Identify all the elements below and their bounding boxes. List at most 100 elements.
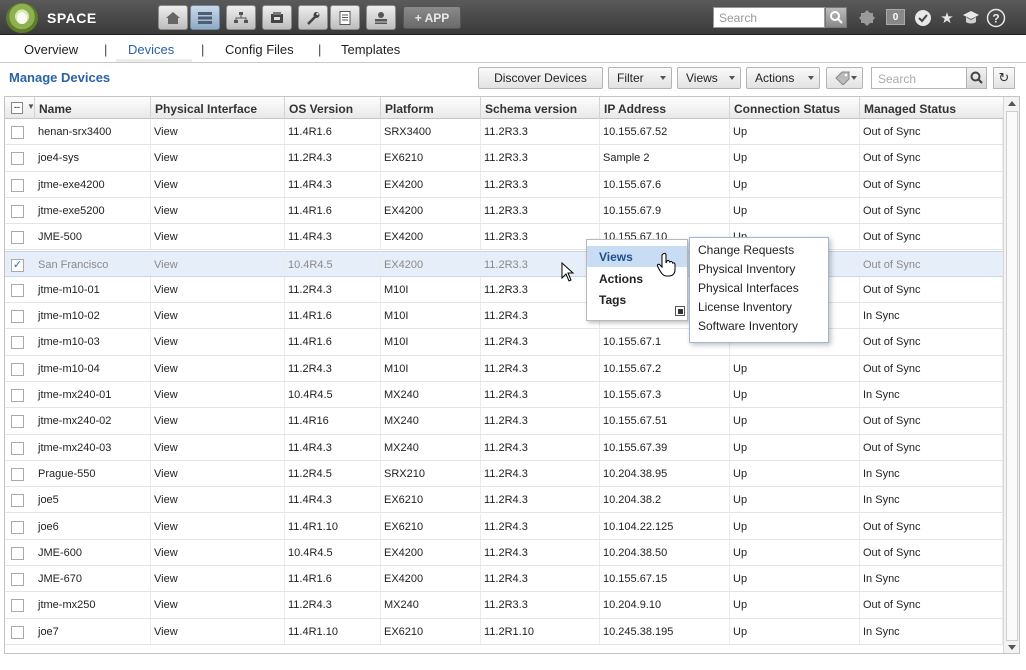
devices-icon[interactable] <box>190 5 220 30</box>
table-row[interactable]: JME-600 View 10.4R4.5 EX4200 11.2R4.3 10.204.… <box>5 539 1003 567</box>
network-icon[interactable] <box>226 5 256 30</box>
column-header-physical-interface[interactable]: Physical Interface <box>151 97 285 119</box>
view-link[interactable]: View <box>151 224 285 250</box>
submenu-physical-interfaces[interactable]: Physical Interfaces <box>690 278 828 297</box>
view-link[interactable]: View <box>151 434 285 460</box>
view-link[interactable]: View <box>151 355 285 381</box>
table-row[interactable]: jtme-m10-03 View 11.4R1.6 M10I 11.2R4.3 10.15… <box>5 329 1003 356</box>
view-link[interactable]: View <box>151 618 285 644</box>
sort-arrow-icon[interactable]: ▼ <box>27 102 34 111</box>
scroll-down-icon[interactable] <box>1008 645 1016 650</box>
submenu-license-inventory[interactable]: License Inventory <box>690 297 828 316</box>
table-row[interactable]: jtme-mx240-02 View 11.4R16 MX240 11.2R4.3 10.… <box>5 408 1003 435</box>
view-link[interactable]: View <box>151 539 285 566</box>
column-header-platform[interactable]: Platform <box>381 97 481 119</box>
home-icon[interactable] <box>158 5 188 30</box>
scroll-up-icon[interactable] <box>1008 101 1016 106</box>
table-row[interactable]: joe5 View 11.4R4.3 EX6210 11.2R4.3 10.204.38.… <box>5 487 1003 514</box>
table-row[interactable]: jtme-mx240-03 View 11.4R4.3 MX240 11.2R4.3 10… <box>5 434 1003 461</box>
platform-icon[interactable] <box>262 5 292 30</box>
view-link[interactable]: View <box>151 382 285 408</box>
row-checkbox[interactable] <box>11 310 24 324</box>
view-link[interactable]: View <box>151 513 285 539</box>
view-link[interactable]: View <box>151 487 285 513</box>
table-row[interactable]: jtme-exe5200 View 11.4R1.6 EX4200 11.2R3.3 10… <box>5 197 1003 225</box>
table-row[interactable]: ✓ San Francisco View 10.4R4.5 EX4200 11.2R3.3… <box>5 250 1003 277</box>
select-all-checkbox[interactable]: -- <box>11 102 23 114</box>
user-hat-icon[interactable] <box>961 7 981 28</box>
row-checkbox[interactable] <box>11 546 24 560</box>
tab-devices[interactable]: Devices <box>128 42 174 57</box>
tab-overview[interactable]: Overview <box>24 42 78 57</box>
row-checkbox[interactable] <box>11 362 24 376</box>
discover-devices-button[interactable]: Discover Devices <box>478 67 603 89</box>
view-link[interactable]: View <box>151 276 285 303</box>
column-header-managed-status[interactable]: Managed Status <box>860 97 1003 119</box>
notification-badge[interactable]: 0 <box>886 9 905 25</box>
row-checkbox[interactable] <box>11 467 24 481</box>
star-icon[interactable]: ★ <box>937 7 957 28</box>
view-link[interactable]: View <box>151 592 285 618</box>
context-menu-tags[interactable]: Tags <box>587 289 687 310</box>
view-link[interactable]: View <box>151 460 285 487</box>
column-header-connection-status[interactable]: Connection Status <box>730 97 860 119</box>
row-checkbox[interactable] <box>11 336 24 350</box>
row-checkbox[interactable] <box>11 126 24 139</box>
view-link[interactable]: View <box>151 303 285 329</box>
view-link[interactable]: View <box>151 329 285 355</box>
refresh-button[interactable]: ↻ <box>993 67 1015 89</box>
column-header-schema-version[interactable]: Schema version <box>481 97 600 119</box>
device-search-input[interactable]: Search <box>871 67 967 89</box>
tag-dropdown[interactable] <box>826 67 863 89</box>
row-checkbox[interactable] <box>11 204 24 218</box>
add-app-button[interactable]: + APP <box>403 6 461 29</box>
table-row[interactable]: jtme-exe4200 View 11.4R4.3 EX4200 11.2R3.3 10… <box>5 171 1003 198</box>
global-search-input[interactable]: Search <box>713 7 825 28</box>
global-search-button[interactable] <box>825 7 847 28</box>
row-checkbox[interactable] <box>11 494 24 508</box>
submenu-physical-inventory[interactable]: Physical Inventory <box>690 259 828 278</box>
view-link[interactable]: View <box>151 408 285 434</box>
submenu-change-requests[interactable]: Change Requests <box>690 240 828 259</box>
reports-icon[interactable] <box>330 5 360 30</box>
expand-icon[interactable] <box>675 306 685 316</box>
help-icon[interactable]: ? <box>986 7 1006 28</box>
table-row[interactable]: joe6 View 11.4R1.10 EX6210 11.2R4.3 10.104.22… <box>5 513 1003 540</box>
device-search-button[interactable] <box>966 67 987 89</box>
views-dropdown[interactable]: Views <box>677 67 741 89</box>
column-header-ip-address[interactable]: IP Address <box>600 97 730 119</box>
view-link[interactable]: View <box>151 171 285 197</box>
view-link[interactable]: View <box>151 145 285 171</box>
view-link[interactable]: View <box>151 119 285 145</box>
select-all-column[interactable]: -- ▼ <box>5 97 35 119</box>
check-icon[interactable] <box>913 7 933 28</box>
table-row[interactable]: jtme-m10-04 View 11.2R4.3 M10I 11.2R4.3 10.15… <box>5 355 1003 382</box>
view-link[interactable]: View <box>151 566 285 592</box>
tab-config-files[interactable]: Config Files <box>225 42 294 57</box>
table-row[interactable]: jtme-mx240-01 View 10.4R4.5 MX240 11.2R4.3 10… <box>5 382 1003 409</box>
table-row[interactable]: Prague-550 View 11.2R4.5 SRX210 11.2R4.3 10.2… <box>5 460 1003 488</box>
table-row[interactable]: jtme-m10-02 View 11.4R1.6 M10I 11.2R4.3 In Sy… <box>5 303 1003 330</box>
table-row[interactable]: henan-srx3400 View 11.4R1.6 SRX3400 11.2R3.3… <box>5 119 1003 146</box>
admin-icon[interactable] <box>366 5 396 30</box>
row-checkbox[interactable] <box>11 415 24 429</box>
row-checkbox[interactable] <box>11 520 24 534</box>
row-checkbox[interactable] <box>11 573 24 587</box>
row-checkbox[interactable] <box>11 283 24 297</box>
view-link[interactable]: View <box>151 251 285 276</box>
table-row[interactable]: joe7 View 11.4R1.10 EX6210 11.2R1.10 10.245.3… <box>5 618 1003 645</box>
table-row[interactable]: jtme-m10-01 View 11.2R4.3 M10I 11.2R3.3 Out o… <box>5 276 1003 304</box>
tools-icon[interactable] <box>298 5 328 30</box>
view-link[interactable]: View <box>151 197 285 224</box>
scroll-thumb[interactable] <box>1006 111 1018 641</box>
tab-templates[interactable]: Templates <box>341 42 400 57</box>
row-checkbox[interactable] <box>11 152 24 166</box>
table-row[interactable]: jtme-mx250 View 11.2R4.3 MX240 11.2R3.3 10.20… <box>5 592 1003 619</box>
puzzle-icon[interactable] <box>857 7 877 28</box>
row-checkbox[interactable] <box>11 231 24 245</box>
row-checkbox[interactable] <box>11 599 24 613</box>
actions-dropdown[interactable]: Actions <box>746 67 820 89</box>
row-checkbox[interactable] <box>11 441 24 455</box>
row-checkbox[interactable] <box>11 178 24 192</box>
filter-dropdown[interactable]: Filter <box>608 67 672 89</box>
